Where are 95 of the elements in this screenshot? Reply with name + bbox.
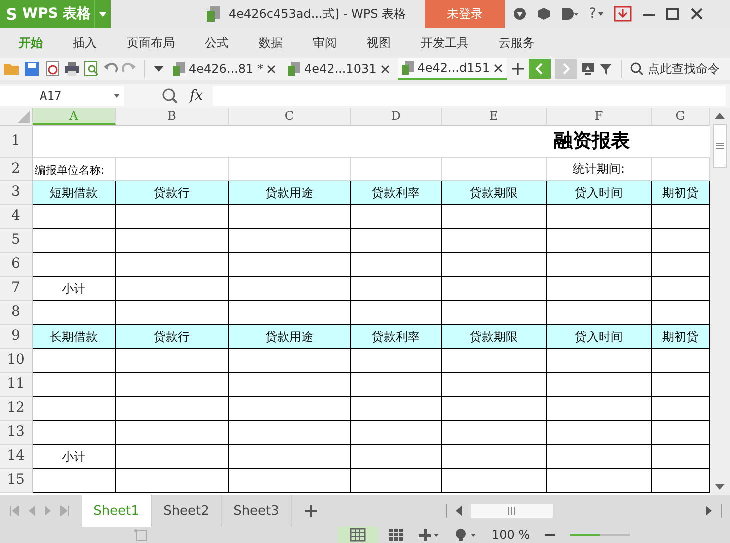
share-icon[interactable] bbox=[561, 7, 579, 21]
row-header[interactable]: 10 bbox=[0, 348, 33, 373]
table-cell: 期初贷 bbox=[652, 180, 710, 205]
row-header[interactable]: 11 bbox=[0, 372, 33, 397]
row-header[interactable]: 7 bbox=[0, 276, 33, 301]
hexagon-icon[interactable] bbox=[537, 7, 551, 21]
reading-mode-icon[interactable] bbox=[454, 528, 478, 542]
search-icon bbox=[630, 62, 644, 76]
tab-label[interactable]: 4e42...1031 bbox=[304, 62, 377, 76]
row-header[interactable]: 9 bbox=[0, 324, 33, 349]
table-cell: 贷款用途 bbox=[229, 180, 351, 205]
document-tab[interactable]: 4e42...d151 bbox=[398, 58, 507, 80]
ribbon-tab[interactable]: 插入 bbox=[62, 28, 108, 58]
function-button[interactable]: fx bbox=[190, 88, 204, 104]
table-cell: 期初贷 bbox=[652, 324, 710, 349]
column-header[interactable]: C bbox=[229, 108, 351, 125]
ribbon-tab[interactable]: 视图 bbox=[356, 28, 402, 58]
table-cell: 贷款利率 bbox=[351, 324, 442, 349]
scrollbar-thumb[interactable] bbox=[471, 504, 553, 518]
funnel-icon[interactable] bbox=[599, 62, 613, 76]
scrollbar-thumb[interactable] bbox=[713, 124, 727, 168]
document-icon bbox=[173, 62, 185, 76]
scroll-up-icon[interactable] bbox=[715, 112, 725, 120]
close-icon[interactable] bbox=[267, 64, 276, 74]
table-cell: 贷款用途 bbox=[229, 324, 351, 349]
table-cell: 贷款期限 bbox=[442, 180, 547, 205]
row-header[interactable]: 1 bbox=[0, 126, 33, 158]
help-button[interactable]: ? bbox=[589, 6, 596, 22]
column-header[interactable]: F bbox=[547, 108, 652, 125]
search-field[interactable]: 点此查找命令 bbox=[630, 60, 720, 78]
row-header[interactable]: 15 bbox=[0, 468, 33, 493]
page-break-view-icon[interactable] bbox=[388, 528, 404, 542]
sheet-tab[interactable]: Sheet1 bbox=[82, 495, 152, 527]
add-sheet-icon[interactable] bbox=[304, 504, 318, 518]
table-cell: 贷款利率 bbox=[351, 180, 442, 205]
table-cell: 贷入时间 bbox=[547, 180, 652, 205]
ribbon-tab[interactable]: 审阅 bbox=[302, 28, 348, 58]
tab-label[interactable]: 4e42...d151 bbox=[418, 61, 490, 75]
scroll-right-icon[interactable] bbox=[705, 506, 713, 516]
close-icon[interactable] bbox=[380, 64, 390, 74]
caret-icon bbox=[99, 12, 107, 16]
row-header[interactable]: 2 bbox=[0, 158, 33, 181]
table-cell: 贷款行 bbox=[116, 324, 229, 349]
zoom-icon[interactable] bbox=[162, 88, 178, 104]
print-icon[interactable] bbox=[64, 61, 80, 77]
document-tab[interactable]: 4e42...1031 bbox=[284, 58, 394, 80]
row-header[interactable]: 12 bbox=[0, 396, 33, 421]
document-tab[interactable]: 4e426...81 * bbox=[169, 58, 280, 80]
row-header[interactable]: 3 bbox=[0, 180, 33, 205]
caret-icon[interactable] bbox=[598, 12, 604, 16]
document-icon bbox=[402, 61, 414, 75]
ribbon-tab[interactable]: 公式 bbox=[194, 28, 240, 58]
ribbon-tab[interactable]: 数据 bbox=[248, 28, 294, 58]
row-header[interactable]: 8 bbox=[0, 300, 33, 325]
monitor-icon[interactable] bbox=[581, 62, 595, 76]
dropdown-button[interactable] bbox=[94, 0, 111, 28]
add-icon[interactable] bbox=[511, 62, 525, 76]
row-header[interactable]: 13 bbox=[0, 420, 33, 445]
tab-label[interactable]: 4e426...81 * bbox=[189, 62, 264, 76]
row-header[interactable]: 14 bbox=[0, 444, 33, 469]
window-title: 4e426c453ad...式] - WPS 表格 bbox=[229, 6, 406, 22]
save-icon[interactable] bbox=[24, 61, 40, 77]
close-icon[interactable] bbox=[690, 7, 704, 21]
dropdown-icon[interactable] bbox=[153, 65, 165, 73]
document-icon bbox=[207, 6, 221, 22]
row-header[interactable]: 6 bbox=[0, 252, 33, 277]
report-title: 融资报表 bbox=[554, 129, 630, 154]
layout-view-icon[interactable] bbox=[418, 528, 440, 542]
table-cell: 小计 bbox=[33, 276, 116, 301]
row-header[interactable]: 4 bbox=[0, 204, 33, 229]
scroll-down-icon[interactable] bbox=[715, 483, 725, 491]
table-cell: 贷款行 bbox=[116, 180, 229, 205]
column-header[interactable]: D bbox=[351, 108, 442, 125]
column-header[interactable]: E bbox=[442, 108, 547, 125]
scroll-left-icon[interactable] bbox=[455, 506, 463, 516]
maximize-icon[interactable] bbox=[666, 7, 680, 21]
search-placeholder: 点此查找命令 bbox=[648, 60, 720, 78]
table-cell: 短期借款 bbox=[33, 180, 116, 205]
close-icon[interactable] bbox=[494, 64, 503, 72]
row-header[interactable]: 5 bbox=[0, 228, 33, 253]
column-header[interactable]: B bbox=[116, 108, 229, 125]
table-cell: 贷入时间 bbox=[547, 324, 652, 349]
name-box[interactable]: A17 bbox=[0, 86, 124, 106]
zoom-level: 100 % bbox=[492, 528, 530, 542]
table-cell: 小计 bbox=[33, 444, 116, 469]
table-cell: 贷款期限 bbox=[442, 324, 547, 349]
ribbon-tab[interactable]: 页面布局 bbox=[116, 28, 186, 58]
document-icon bbox=[288, 62, 300, 76]
ribbon-tab[interactable]: 开发工具 bbox=[410, 28, 480, 58]
export-icon[interactable] bbox=[44, 61, 60, 77]
normal-view-icon[interactable] bbox=[338, 527, 378, 543]
preview-icon[interactable] bbox=[84, 61, 100, 77]
table-cell: 长期借款 bbox=[33, 324, 116, 349]
ribbon-tab[interactable]: 云服务 bbox=[488, 28, 546, 58]
download-icon[interactable] bbox=[614, 6, 632, 22]
